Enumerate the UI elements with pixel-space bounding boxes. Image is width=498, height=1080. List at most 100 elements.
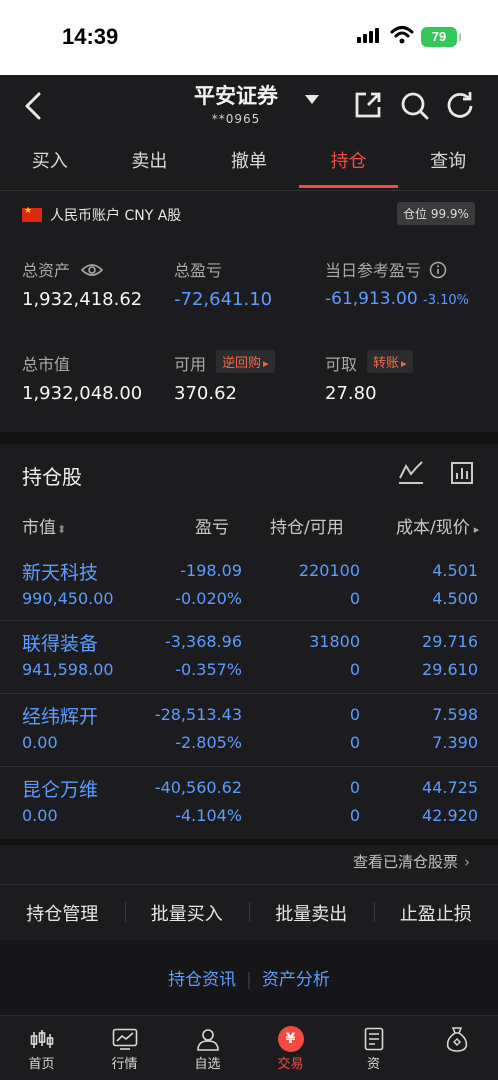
stock-available: 0	[349, 589, 360, 608]
stock-name: 昆仑万维	[22, 779, 99, 801]
stock-price: 7.390	[432, 733, 478, 752]
total-pnl-label: 总盈亏	[174, 261, 223, 280]
total-pnl-value: -72,641.10	[174, 289, 273, 310]
china-flag-icon	[22, 206, 42, 222]
available-label: 可用	[174, 355, 207, 374]
market-value-value: 1,932,048.00	[22, 383, 143, 404]
line-chart-icon[interactable]	[398, 461, 424, 485]
account-dropdown-icon[interactable]	[305, 95, 319, 104]
holdings-title: 持仓股	[22, 465, 82, 489]
stock-pnl: -28,513.43	[154, 705, 242, 724]
broker-name[interactable]: 平安证券	[194, 84, 278, 108]
batch-buy-button[interactable]: 批量买入	[124, 900, 250, 926]
chevron-right-icon[interactable]: ▸	[474, 523, 480, 536]
daily-pnl-label-text: 当日参考盈亏	[325, 261, 422, 280]
eye-icon[interactable]	[80, 263, 104, 277]
bottom-nav: 首页 行情 自选 ¥ 交易 资	[0, 1015, 498, 1080]
column-cost-price-text[interactable]: 成本/现价	[396, 518, 470, 538]
nav-trade-label[interactable]: 交易	[277, 1057, 303, 1072]
nav-market[interactable]: 行情	[83, 1016, 166, 1080]
available-value: 370.62	[174, 383, 237, 404]
stop-profit-loss-button[interactable]: 止盈止损	[373, 900, 498, 926]
daily-pnl-label: 当日参考盈亏	[325, 257, 447, 281]
account-type-label: 人民币账户 CNY A股	[50, 208, 182, 224]
position-management-button[interactable]: 持仓管理	[0, 900, 125, 926]
stock-position: 0	[349, 778, 360, 797]
table-row[interactable]: 昆仑万维 0.00 -40,560.62 -4.104% 0 0 44.725 …	[0, 766, 498, 839]
stock-cost: 29.716	[422, 632, 478, 651]
tab-sell[interactable]: 卖出	[100, 139, 200, 190]
chevron-right-icon[interactable]: ›	[464, 853, 470, 871]
holdings-news-link[interactable]: 持仓资讯	[168, 970, 236, 990]
document-icon	[364, 1027, 383, 1051]
search-icon[interactable]	[400, 91, 430, 121]
stock-cost: 7.598	[432, 705, 478, 724]
status-time: 14:39	[62, 24, 119, 49]
tab-cancel-order[interactable]: 撤单	[199, 139, 299, 190]
stock-market-value: 0.00	[22, 733, 58, 752]
stock-market-value: 0.00	[22, 806, 58, 825]
wifi-icon	[390, 26, 414, 44]
stock-available: 0	[349, 660, 360, 679]
tab-query[interactable]: 查询	[398, 139, 498, 190]
share-icon[interactable]	[354, 91, 382, 119]
withdrawable-label: 可取	[325, 355, 358, 374]
nav-assets[interactable]: 资	[332, 1016, 415, 1080]
view-cleared-stocks-text[interactable]: 查看已清仓股票	[353, 853, 458, 871]
batch-sell-button[interactable]: 批量卖出	[249, 900, 374, 926]
transfer-button[interactable]: 转账	[367, 350, 413, 373]
column-pnl[interactable]: 盈亏	[195, 513, 229, 538]
column-cost-price[interactable]: 成本/现价 ▸	[396, 513, 479, 538]
market-chart-icon	[112, 1028, 137, 1050]
stock-cost: 4.501	[432, 561, 478, 580]
account-number-text: **0965	[211, 112, 261, 126]
nav-home-label[interactable]: 首页	[28, 1057, 54, 1072]
column-market-value-text[interactable]: 市值	[22, 518, 56, 538]
nav-trade[interactable]: ¥ 交易	[249, 1016, 332, 1080]
stock-price: 29.610	[422, 660, 478, 679]
status-bar: 14:39 79	[0, 0, 498, 75]
nav-watchlist-label[interactable]: 自选	[194, 1057, 220, 1072]
section-divider	[0, 839, 498, 845]
money-bag-icon	[446, 1027, 467, 1052]
link-separator: |	[246, 970, 252, 990]
reverse-repo-button[interactable]: 逆回购	[216, 350, 275, 373]
info-icon[interactable]	[429, 261, 447, 279]
nav-market-label[interactable]: 行情	[111, 1057, 137, 1072]
bar-chart-icon[interactable]	[450, 461, 474, 485]
home-candlestick-icon	[30, 1030, 53, 1048]
section-divider	[0, 432, 498, 444]
stock-pnl: -3,368.96	[164, 632, 242, 651]
stock-price: 42.920	[422, 806, 478, 825]
tab-buy[interactable]: 买入	[0, 139, 100, 190]
stock-pnl-pct: -0.357%	[175, 660, 242, 679]
bottom-links: 持仓资讯 | 资产分析	[0, 965, 498, 990]
stock-pnl-pct: -2.805%	[175, 733, 242, 752]
column-position[interactable]: 持仓/可用	[270, 513, 344, 538]
market-value-label: 总市值	[22, 355, 71, 374]
table-row[interactable]: 联得装备 941,598.00 -3,368.96 -0.357% 31800 …	[0, 620, 498, 693]
table-row[interactable]: 经纬辉开 0.00 -28,513.43 -2.805% 0 0 7.598 7…	[0, 693, 498, 766]
sort-icon[interactable]: ⬍	[57, 523, 66, 536]
stock-position: 31800	[309, 632, 360, 651]
refresh-icon[interactable]	[446, 91, 474, 119]
view-cleared-stocks-link[interactable]: 查看已清仓股票 ›	[353, 851, 470, 872]
nav-assets-label[interactable]: 资	[367, 1057, 380, 1072]
nav-wealth[interactable]	[415, 1016, 498, 1080]
stock-cost: 44.725	[422, 778, 478, 797]
table-row[interactable]: 新天科技 990,450.00 -198.09 -0.020% 220100 0…	[0, 546, 498, 620]
position-ratio-badge: 仓位 99.9%	[397, 202, 475, 225]
user-icon	[196, 1029, 219, 1051]
stock-position: 220100	[298, 561, 360, 580]
withdrawable-value: 27.80	[325, 383, 377, 404]
nav-watchlist[interactable]: 自选	[166, 1016, 249, 1080]
tab-holdings[interactable]: 持仓	[298, 139, 399, 190]
stock-pnl-pct: -4.104%	[175, 806, 242, 825]
stock-pnl-pct: -0.020%	[175, 589, 242, 608]
column-market-value[interactable]: 市值⬍	[22, 513, 66, 538]
asset-analysis-link[interactable]: 资产分析	[262, 970, 330, 990]
nav-home[interactable]: 首页	[0, 1016, 83, 1080]
daily-pnl-value: -61,913.00	[325, 289, 418, 309]
stock-available: 0	[349, 733, 360, 752]
holdings-action-bar: 持仓管理 批量买入 批量卖出 止盈止损	[0, 884, 498, 940]
